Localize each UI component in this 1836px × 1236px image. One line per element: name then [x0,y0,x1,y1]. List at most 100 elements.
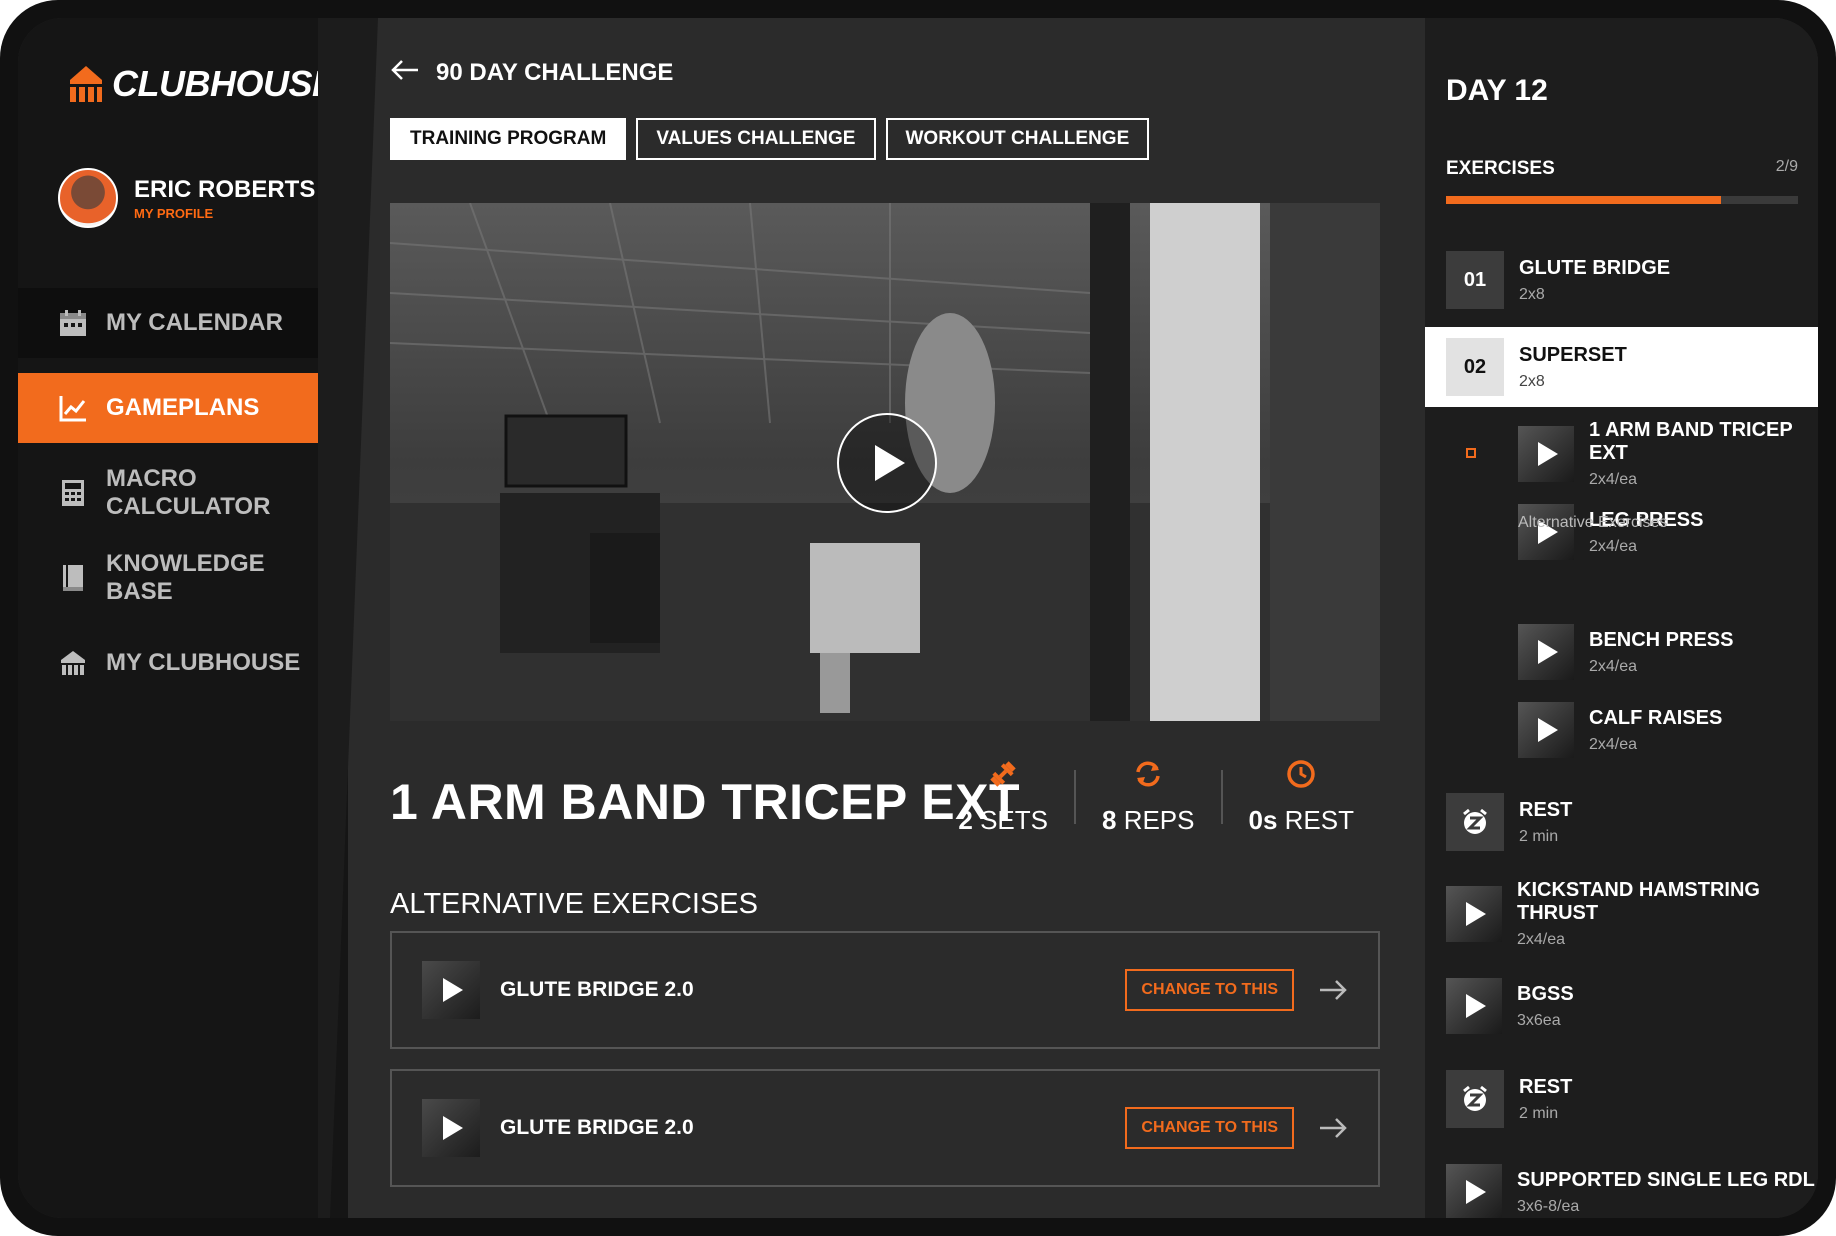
back-arrow-icon[interactable] [390,58,420,87]
nav-label: MY CALENDAR [106,309,283,336]
exercise-thumbnail[interactable] [1518,504,1574,560]
exercises-header: EXERCISES 2/9 [1446,158,1798,180]
exercise-number: 01 [1446,251,1504,309]
clock-icon [1285,758,1317,795]
arrow-right-icon[interactable] [1318,975,1348,1005]
reps-value: 8 [1101,805,1117,835]
avatar[interactable] [58,168,118,228]
nav-item-knowledge-base[interactable]: KNOWLEDGE BASE [18,543,334,613]
nav-item-my-clubhouse[interactable]: MY CLUBHOUSE [18,628,334,698]
exercise-thumbnail[interactable] [1446,1164,1502,1218]
alternative-name: GLUTE BRIDGE 2.0 [500,1116,694,1139]
arrow-right-icon[interactable] [1318,1113,1348,1143]
tab-workout-challenge[interactable]: WORKOUT CHALLENGE [885,118,1150,160]
program-tabs: TRAINING PROGRAM VALUES CHALLENGE WORKOU… [390,118,1150,160]
calculator-icon [58,478,88,508]
reps-unit: REPS [1123,805,1195,835]
clubhouse-icon [58,648,88,678]
exercise-scheme: 2 min [1519,827,1559,845]
device-frame: CLUBHOUSE ERIC ROBERTS MY PROFILE MY CAL… [0,0,1836,1236]
progress-fill [1446,196,1721,204]
play-icon [1538,718,1558,742]
alternative-thumbnail[interactable] [422,1099,480,1157]
my-profile-link[interactable]: MY PROFILE [134,206,315,221]
main-content: 90 DAY CHALLENGE TRAINING PROGRAM VALUES… [390,18,1390,1218]
play-icon [1466,994,1486,1018]
exercise-item[interactable]: SUPPORTED SINGLE LEG RDL 3x6-8/ea [1425,1162,1818,1218]
change-to-this-button[interactable]: CHANGE TO THIS [1125,1107,1294,1149]
alternative-exercise-card[interactable]: GLUTE BRIDGE 2.0 CHANGE TO THIS [390,931,1380,1049]
exercise-thumbnail[interactable] [1446,886,1502,942]
exercise-progress-bar [1446,196,1798,204]
video-play-button[interactable] [837,413,937,513]
exercise-scheme: 2x4/ea [1589,471,1638,488]
clubhouse-logo[interactable]: CLUBHOUSE [66,62,336,106]
exercise-item[interactable]: BGSS 3x6ea [1425,976,1818,1036]
exercise-thumbnail[interactable] [1518,426,1574,482]
exercise-item[interactable]: 01 GLUTE BRIDGE 2x8 [1425,242,1818,318]
nav-label: MY CLUBHOUSE [106,649,301,676]
tab-values-challenge[interactable]: VALUES CHALLENGE [636,118,876,160]
nav-label: MACRO CALCULATOR [106,465,271,520]
nav-item-my-calendar[interactable]: MY CALENDAR [18,288,334,358]
exercise-stats: 2 SETS 8 REPS 0s REST [932,758,1380,836]
chart-icon [58,393,88,423]
exercise-item-selected[interactable]: 02 SUPERSET 2x8 [1425,327,1818,407]
exercise-name: REST [1519,798,1573,821]
sidebar: CLUBHOUSE ERIC ROBERTS MY PROFILE MY CAL… [18,18,348,1218]
exercise-scheme: 2x4/ea [1589,537,1638,555]
exercise-scheme: 3x6ea [1517,1011,1561,1029]
play-icon [1466,1180,1486,1204]
exercise-item[interactable]: KICKSTAND HAMSTRING THRUST 2x4/ea [1425,879,1818,948]
exercise-title: 1 ARM BAND TRICEP EXT [390,774,1021,830]
profile-name: ERIC ROBERTS [134,175,316,203]
exercise-name: GLUTE BRIDGE [1519,256,1671,279]
change-to-this-button[interactable]: CHANGE TO THIS [1125,969,1294,1011]
alternative-exercise-item[interactable]: BENCH PRESS 2x4/ea [1425,622,1818,682]
alternative-exercises-heading: ALTERNATIVE EXERCISES [390,888,758,920]
book-icon [58,563,88,593]
nav-item-macro-calculator[interactable]: MACRO CALCULATOR [18,458,334,528]
tab-training-program[interactable]: TRAINING PROGRAM [390,118,627,160]
play-icon [1466,902,1486,926]
exercise-name: CALF RAISES [1589,706,1723,729]
alternative-thumbnail[interactable] [422,961,480,1019]
calendar-icon [58,308,88,338]
play-icon [1538,442,1558,466]
play-icon [1538,640,1558,664]
exercise-number: 02 [1446,338,1504,396]
app-screen: CLUBHOUSE ERIC ROBERTS MY PROFILE MY CAL… [18,18,1818,1218]
exercise-scheme: 2x4/ea [1517,931,1566,948]
exercise-thumbnail[interactable] [1518,624,1574,680]
sidebar-edge [318,18,378,1218]
superset-exercise-item[interactable]: LEG PRESS 2x4/ea [1425,502,1818,562]
exercise-scheme: 2 min [1519,1104,1559,1122]
alternative-exercises-caption: Alternative Exercises [1518,514,1668,531]
alternative-exercise-item[interactable]: CALF RAISES 2x4/ea [1425,700,1818,760]
alarm-icon [1446,1070,1504,1128]
alternative-exercise-card[interactable]: GLUTE BRIDGE 2.0 CHANGE TO THIS [390,1069,1380,1187]
exercise-name: KICKSTAND HAMSTRING THRUST [1517,879,1760,924]
back-row: 90 DAY CHALLENGE [390,58,673,87]
sets-stat: 2 SETS [932,758,1074,836]
rest-unit: REST [1284,805,1354,835]
exercise-thumbnail[interactable] [1446,978,1502,1034]
superset-exercise-item[interactable]: 1 ARM BAND TRICEP EXT 2x4/ea [1425,419,1818,488]
exercise-name: 1 ARM BAND TRICEP EXT [1589,419,1793,464]
play-icon [875,445,905,481]
day-title: DAY 12 [1446,74,1548,107]
alarm-icon [1446,793,1504,851]
exercises-count: 2/9 [1775,158,1798,175]
rest-item[interactable]: REST 2 min [1425,1069,1818,1129]
exercise-thumbnail[interactable] [1518,702,1574,758]
exercise-scheme: 2x8 [1519,285,1545,303]
rest-stat: 0s REST [1223,758,1381,836]
profile-card[interactable]: ERIC ROBERTS MY PROFILE [58,168,315,228]
clubhouse-logo-icon [66,62,106,106]
exercise-video[interactable] [390,203,1380,721]
sets-unit: SETS [980,805,1048,835]
nav-item-gameplans[interactable]: GAMEPLANS [18,373,334,443]
rest-item[interactable]: REST 2 min [1425,792,1818,852]
rest-value: 0s [1248,805,1278,835]
exercise-scheme: 2x8 [1519,372,1545,390]
